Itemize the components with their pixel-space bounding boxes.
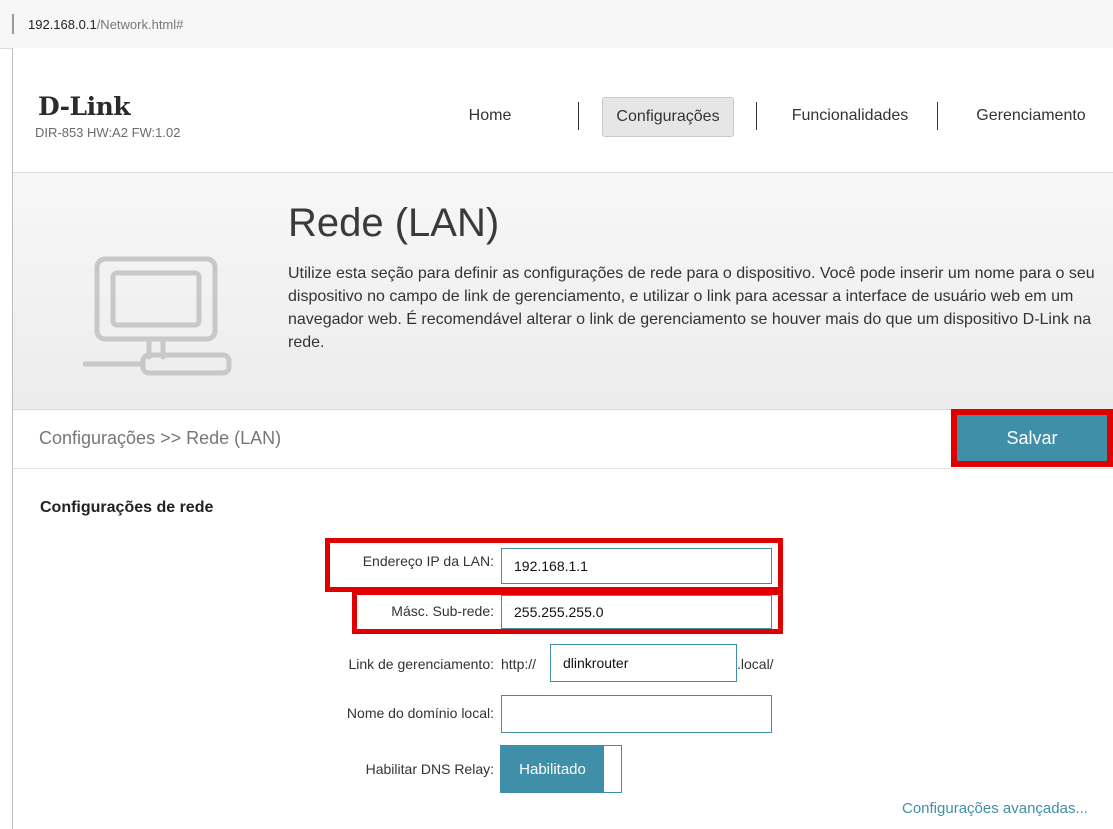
nav-separator bbox=[937, 102, 938, 130]
save-button-label: Salvar bbox=[957, 415, 1107, 461]
section-title: Configurações de rede bbox=[40, 499, 214, 516]
advanced-settings-link[interactable]: Configurações avançadas... bbox=[902, 800, 1088, 817]
mgmt-link-label: Link de gerenciamento: bbox=[348, 656, 494, 672]
address-host: 192.168.0.1 bbox=[28, 17, 97, 32]
nav-separator bbox=[578, 102, 579, 130]
mgmt-link-input[interactable]: dlinkrouter bbox=[550, 644, 737, 682]
page-description: Utilize esta seção para definir as confi… bbox=[288, 265, 1095, 351]
browser-address-bar[interactable]: 192.168.0.1/Network.html# bbox=[0, 0, 1113, 49]
lan-ip-label: Endereço IP da LAN: bbox=[362, 553, 494, 569]
nav-configuracoes[interactable]: Configurações bbox=[602, 97, 734, 137]
dns-relay-toggle[interactable]: Habilitado bbox=[500, 745, 622, 793]
main-nav: Home Configurações Funcionalidades Geren… bbox=[13, 96, 1113, 137]
save-button[interactable]: Salvar bbox=[951, 409, 1113, 467]
mgmt-link-prefix: http:// bbox=[501, 656, 537, 672]
subnet-input[interactable]: 255.255.255.0 bbox=[501, 595, 772, 629]
nav-funcionalidades[interactable]: Funcionalidades bbox=[780, 96, 920, 136]
dns-relay-state: Habilitado bbox=[501, 746, 604, 792]
page-banner: Rede (LAN) Utilize esta seção para defin… bbox=[13, 172, 1113, 410]
computer-network-icon bbox=[83, 256, 232, 376]
page-title: Rede (LAN) bbox=[288, 201, 500, 245]
address-path: /Network.html# bbox=[96, 17, 184, 32]
address-url[interactable]: 192.168.0.1/Network.html# bbox=[28, 17, 183, 32]
router-header: D-Link DIR-853 HW:A2 FW:1.02 Home Config… bbox=[13, 48, 1113, 172]
nav-gerenciamento[interactable]: Gerenciamento bbox=[963, 96, 1099, 136]
domain-label: Nome do domínio local: bbox=[346, 705, 494, 721]
breadcrumb-row: Configurações >> Rede (LAN) bbox=[13, 408, 1113, 469]
subnet-label: Másc. Sub-rede: bbox=[391, 603, 494, 619]
breadcrumb: Configurações >> Rede (LAN) bbox=[39, 428, 282, 448]
dns-relay-label: Habilitar DNS Relay: bbox=[365, 761, 494, 777]
domain-input[interactable] bbox=[501, 695, 772, 733]
mgmt-link-suffix: .local/ bbox=[737, 656, 774, 672]
lan-ip-input[interactable]: 192.168.1.1 bbox=[501, 548, 772, 584]
nav-home[interactable]: Home bbox=[460, 96, 520, 136]
nav-separator bbox=[756, 102, 757, 130]
address-bar-edge bbox=[12, 14, 14, 34]
